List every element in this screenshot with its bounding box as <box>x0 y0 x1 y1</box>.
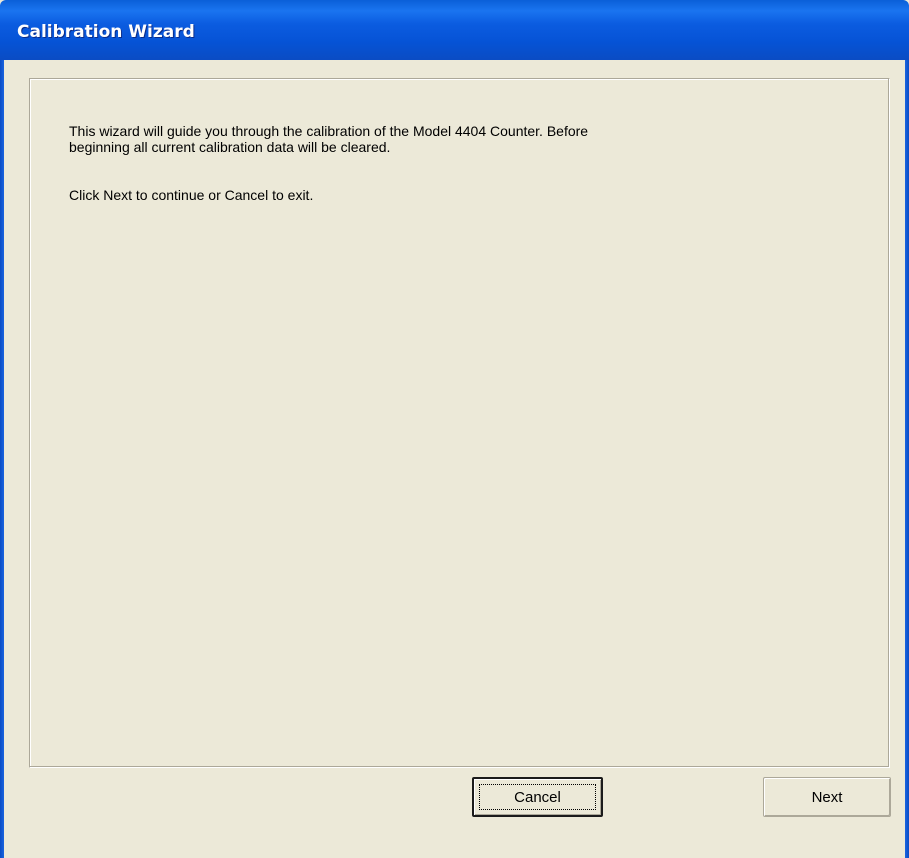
next-button-label: Next <box>811 788 843 806</box>
window-title: Calibration Wizard <box>17 22 195 42</box>
cancel-button-label: Cancel <box>514 788 561 806</box>
next-button[interactable]: Next <box>763 777 891 817</box>
intro-text: This wizard will guide you through the c… <box>69 123 589 155</box>
title-bar[interactable]: Calibration Wizard <box>0 0 909 60</box>
instruction-text: Click Next to continue or Cancel to exit… <box>69 187 314 203</box>
window-frame-right <box>905 60 909 858</box>
calibration-wizard-window: Calibration Wizard This wizard will guid… <box>0 0 909 858</box>
window-frame-left <box>0 60 4 858</box>
wizard-content-panel: This wizard will guide you through the c… <box>29 78 890 768</box>
cancel-button[interactable]: Cancel <box>472 777 603 817</box>
